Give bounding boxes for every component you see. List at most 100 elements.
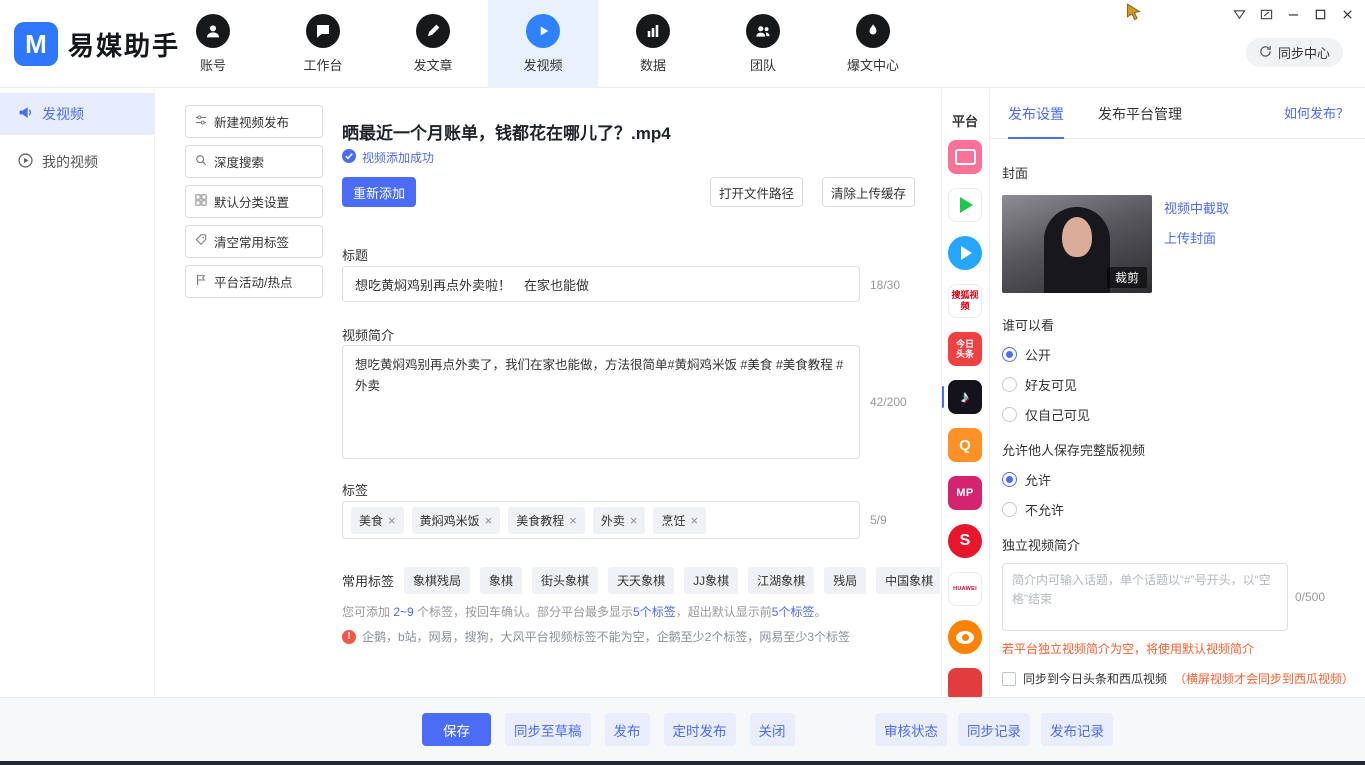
scheduled-publish-button[interactable]: 定时发布 [664,713,736,746]
capture-from-video-link[interactable]: 视频中截取 [1164,198,1229,217]
remove-tag-icon[interactable] [485,514,493,527]
nav-team[interactable]: 团队 [708,0,818,88]
publish-button[interactable]: 发布 [605,713,650,746]
platform-iqiyi-icon[interactable] [948,188,982,222]
video-title-input[interactable] [342,266,860,302]
sync-toutiao-row: 同步到今日头条和西瓜视频（横屏视频才会同步到西瓜视频） [1002,670,1349,687]
crop-badge[interactable]: 裁剪 [1107,267,1147,288]
common-tag-chip[interactable]: 江湖象棋 [748,567,814,594]
platform-xiaohongshu-icon[interactable] [948,668,982,697]
tag-chip[interactable]: 黄焖鸡米饭 [412,507,501,534]
tag-icon [195,234,207,249]
platform-sohu-video-icon[interactable]: 搜狐视频 [948,284,982,318]
radio-icon[interactable] [1002,377,1017,392]
nav-publish-article[interactable]: 发文章 [378,0,488,88]
publish-records-button[interactable]: 发布记录 [1041,713,1113,746]
remove-tag-icon[interactable] [388,514,396,527]
allow-save-option-deny[interactable]: 不允许 [1002,500,1349,519]
common-tag-chip[interactable]: 街头象棋 [532,567,598,594]
grid-icon [195,194,207,209]
radio-selected-icon[interactable] [1002,347,1017,362]
tags-counter: 5/9 [870,513,887,527]
platform-activity-button[interactable]: 平台活动/热点 [185,265,323,298]
save-button[interactable]: 保存 [422,713,491,746]
common-tag-chip[interactable]: 中国象棋 [876,567,940,594]
platform-douyin-icon[interactable] [948,380,982,414]
footer-secondary-group: 审核状态 同步记录 发布记录 [875,713,1113,746]
visibility-option-friends[interactable]: 好友可见 [1002,375,1349,394]
radio-selected-icon[interactable] [1002,472,1017,487]
nav-account[interactable]: 账号 [158,0,268,88]
allow-save-option-allow[interactable]: 允许 [1002,470,1349,489]
sidebar-item-my-videos[interactable]: 我的视频 [0,141,154,183]
default-category-button[interactable]: 默认分类设置 [185,185,323,218]
platform-bilibili-icon[interactable] [948,140,982,174]
review-status-button[interactable]: 审核状态 [875,713,947,746]
remove-tag-icon[interactable] [569,514,577,527]
tab-publish-settings[interactable]: 发布设置 [1008,89,1064,139]
new-video-publish-button[interactable]: 新建视频发布 [185,105,323,138]
close-page-button[interactable]: 关闭 [750,713,795,746]
platform-weibo-icon[interactable] [948,620,982,654]
sync-to-draft-button[interactable]: 同步至草稿 [505,713,591,746]
readd-video-button[interactable]: 重新添加 [342,177,416,207]
common-tag-chip[interactable]: JJ象棋 [684,567,738,594]
remove-tag-icon[interactable] [630,514,638,527]
nav-hot-center-label: 爆文中心 [847,55,899,74]
independent-description-textarea[interactable] [1002,563,1288,631]
tag-chip[interactable]: 烹饪 [653,507,706,534]
common-tag-chip[interactable]: 残局 [824,567,866,594]
radio-icon[interactable] [1002,407,1017,422]
visibility-option-public[interactable]: 公开 [1002,345,1349,364]
common-tag-chip[interactable]: 象棋残局 [404,567,470,594]
sync-toutiao-checkbox[interactable] [1002,672,1016,686]
close-button[interactable] [1334,2,1361,26]
visibility-friends-label: 好友可见 [1025,375,1077,394]
open-file-path-button[interactable]: 打开文件路径 [710,177,803,207]
nav-publish-article-label: 发文章 [413,55,452,74]
nav-data[interactable]: 数据 [598,0,708,88]
platform-toutiao-icon[interactable]: 今日头条 [948,332,982,366]
platform-mp-icon[interactable]: MP [948,476,982,510]
platform-huawei-icon[interactable]: HUAWEI [948,572,982,606]
tag-chip[interactable]: 美食 [351,507,404,534]
platform-haokan-video-icon[interactable] [948,236,982,270]
maximize-button[interactable] [1307,2,1334,26]
network-icon[interactable] [1226,2,1253,26]
clear-common-tags-button[interactable]: 清空常用标签 [185,225,323,258]
tags-input[interactable]: 美食 黄焖鸡米饭 美食教程 外卖 烹饪 [342,501,860,539]
how-to-publish-link[interactable]: 如何发布？ [1284,89,1349,139]
cover-thumbnail[interactable]: 裁剪 [1002,195,1152,293]
refresh-icon [1259,45,1272,61]
upload-cover-link[interactable]: 上传封面 [1164,228,1229,247]
sync-center-button[interactable]: 同步中心 [1246,38,1343,67]
minimize-button[interactable] [1280,2,1307,26]
nav-workbench[interactable]: 工作台 [268,0,378,88]
clear-upload-cache-button[interactable]: 清除上传缓存 [822,177,915,207]
play-icon [526,14,560,48]
sync-records-button[interactable]: 同步记录 [958,713,1030,746]
play-circle-icon [18,153,33,171]
deep-search-button[interactable]: 深度搜索 [185,145,323,178]
video-description-textarea[interactable]: 想吃黄焖鸡别再点外卖了，我们在家也能做，方法很简单#黄焖鸡米饭 #美食 #美食教… [342,345,860,459]
top-nav: 账号 工作台 发文章 发视频 数据 [158,0,928,88]
mouse-cursor [1126,3,1141,25]
common-tag-chip[interactable]: 象棋 [480,567,522,594]
tag-chip[interactable]: 外卖 [593,507,646,534]
radio-icon[interactable] [1002,502,1017,517]
tag-chip[interactable]: 美食教程 [508,507,585,534]
qie-logo-text: Q [959,437,971,454]
platform-qie-icon[interactable]: Q [948,428,982,462]
platform-sina-icon[interactable]: S [948,524,982,558]
platform-activity-label: 平台活动/热点 [214,272,292,291]
exclamation-icon [342,630,356,644]
nav-publish-video[interactable]: 发视频 [488,0,598,88]
search-icon [195,154,207,169]
tab-platform-management[interactable]: 发布平台管理 [1098,89,1182,139]
common-tag-chip[interactable]: 天天象棋 [608,567,674,594]
feedback-icon[interactable] [1253,2,1280,26]
visibility-option-private[interactable]: 仅自己可见 [1002,405,1349,424]
sidebar-item-publish-video[interactable]: 发视频 [0,93,154,135]
remove-tag-icon[interactable] [690,514,698,527]
nav-hot-center[interactable]: 爆文中心 [818,0,928,88]
